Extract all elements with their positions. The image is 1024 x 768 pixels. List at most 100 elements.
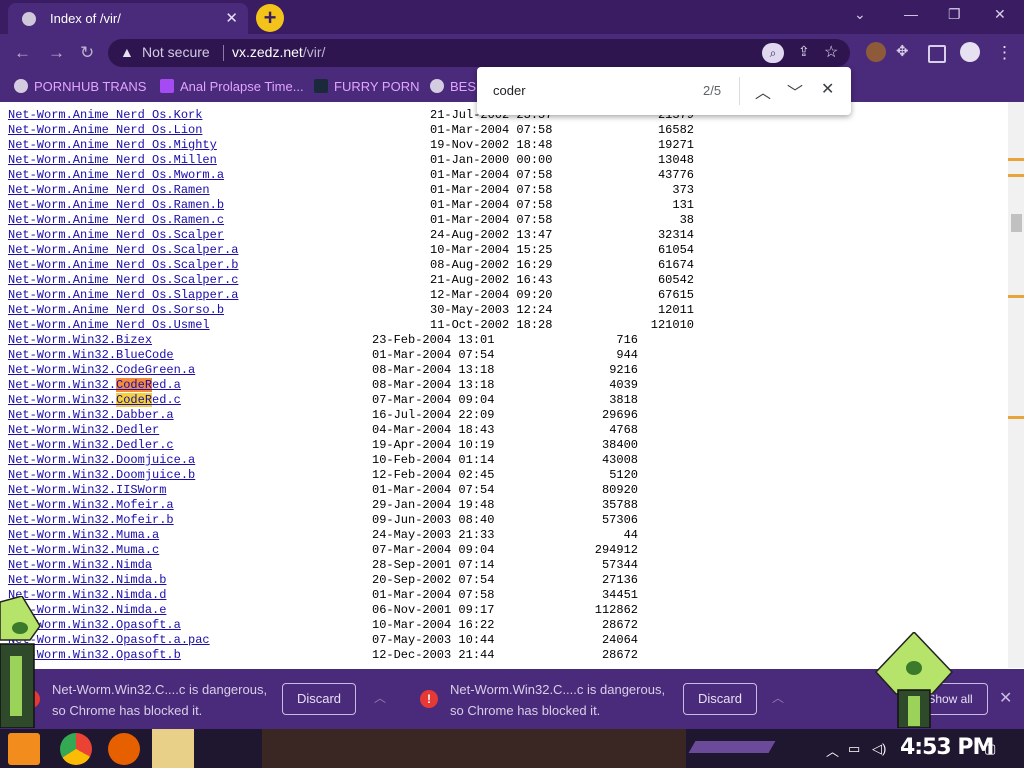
list-item: Net-Worm.Anime Nerd Os.Ramen.b 01-Mar-200… <box>8 198 694 213</box>
file-date: 01-Mar-2004 07:58 <box>372 588 495 602</box>
file-link[interactable]: Net-Worm.Win32.BlueCode <box>8 348 174 362</box>
bookmark-1[interactable]: PORNHUB TRANS <box>14 79 146 94</box>
bookmark-star-icon[interactable]: ☆ <box>824 42 838 62</box>
bookmark-4[interactable]: BES <box>430 79 476 94</box>
file-link[interactable]: Net-Worm.Anime Nerd Os.Lion <box>8 123 202 137</box>
close-tab-icon[interactable]: ✕ <box>225 9 238 27</box>
back-icon[interactable]: ← <box>14 43 31 63</box>
file-link[interactable]: Net-Worm.Anime Nerd Os.Millen <box>8 153 217 167</box>
chevron-down-icon[interactable]: ⌄ <box>854 6 866 23</box>
file-link[interactable]: Net-Worm.Anime Nerd Os.Kork <box>8 108 202 122</box>
file-date: 30-May-2003 12:24 <box>430 303 553 317</box>
download-warning-line: Net-Worm.Win32.C....c is dangerous, <box>52 682 268 697</box>
file-link[interactable]: Net-Worm.Anime Nerd Os.Usmel <box>8 318 210 332</box>
menu-icon[interactable]: ⋮ <box>996 43 1013 63</box>
file-link[interactable]: Net-Worm.Win32.CodeRed.a <box>8 378 181 392</box>
chevron-up-icon[interactable]: ︿ <box>374 689 386 706</box>
file-link[interactable]: Net-Worm.Anime Nerd Os.Scalper.c <box>8 273 238 287</box>
file-link[interactable]: Net-Worm.Win32.Doomjuice.b <box>8 468 195 482</box>
chevron-up-icon[interactable]: ︿ <box>772 689 784 706</box>
find-input[interactable]: coder <box>493 83 526 98</box>
puzzle-icon[interactable]: ✥ <box>896 42 916 62</box>
bookmark-3[interactable]: FURRY PORN <box>314 79 419 94</box>
find-marker <box>1008 416 1024 419</box>
find-next-icon[interactable]: ﹀ <box>787 79 803 103</box>
discard-button[interactable]: Discard <box>683 683 757 715</box>
file-size: 24064 <box>601 633 638 647</box>
file-size: 12011 <box>657 303 694 317</box>
find-match-highlight: CodeR <box>116 393 153 407</box>
find-close-icon[interactable]: ✕ <box>821 79 834 99</box>
new-tab-button[interactable]: + <box>256 4 284 32</box>
chevron-up-icon[interactable]: ︿ <box>826 741 839 760</box>
file-link[interactable]: Net-Worm.Win32.CodeRed.c <box>8 393 181 407</box>
profile-extension-icon[interactable] <box>866 42 886 62</box>
minimize-icon[interactable]: — <box>904 6 918 22</box>
bookmark-2[interactable]: Anal Prolapse Time... <box>160 79 304 94</box>
file-link[interactable]: Net-Worm.Win32.Muma.c <box>8 543 159 557</box>
file-link[interactable]: Net-Worm.Anime Nerd Os.Ramen.c <box>8 213 224 227</box>
side-panel-icon[interactable] <box>928 45 946 63</box>
file-link[interactable]: Net-Worm.Win32.Muma.a <box>8 528 159 542</box>
file-link[interactable]: Net-Worm.Win32.Doomjuice.a <box>8 453 195 467</box>
clock[interactable]: 4:53 PM <box>900 735 994 760</box>
scrollbar[interactable] <box>1008 102 1024 668</box>
find-in-page-icon[interactable]: ⌕ <box>762 43 784 63</box>
avatar[interactable] <box>960 42 980 62</box>
file-link[interactable]: Net-Worm.Win32.Dedler.c <box>8 438 174 452</box>
chrome-icon[interactable] <box>60 733 92 765</box>
find-bar: coder 2/5 ︿ ﹀ ✕ <box>477 67 851 115</box>
file-link[interactable]: Net-Worm.Win32.CodeGreen.a <box>8 363 195 377</box>
file-link[interactable]: Net-Worm.Win32.Nimda <box>8 558 152 572</box>
not-secure-label[interactable]: Not secure <box>142 44 210 60</box>
tab-active[interactable]: Index of /vir/ ✕ <box>8 3 248 34</box>
file-date: 01-Mar-2004 07:58 <box>430 213 553 227</box>
bookmark-label: Anal Prolapse Time... <box>180 79 304 94</box>
bookmark-icon <box>160 79 174 93</box>
file-link[interactable]: Net-Worm.Anime Nerd Os.Scalper.b <box>8 258 238 272</box>
file-link[interactable]: Net-Worm.Anime Nerd Os.Scalper <box>8 228 224 242</box>
network-icon[interactable]: ▭ <box>848 741 860 757</box>
discard-button[interactable]: Discard <box>282 683 356 715</box>
file-size: 16582 <box>657 123 694 137</box>
address-bar[interactable]: ▲ Not secure vx.zedz.net/vir/ ⌕ ⇪ ☆ <box>108 39 850 67</box>
file-date: 07-May-2003 10:44 <box>372 633 495 647</box>
scrollbar-thumb[interactable] <box>1011 214 1022 232</box>
file-link[interactable]: Net-Worm.Anime Nerd Os.Mworm.a <box>8 168 224 182</box>
close-window-icon[interactable]: ✕ <box>994 6 1006 23</box>
restore-icon[interactable]: ❐ <box>948 6 961 23</box>
taskbar-wallpaper <box>262 729 686 768</box>
volume-icon[interactable]: ◁) <box>872 741 886 757</box>
file-date: 19-Apr-2004 10:19 <box>372 438 495 452</box>
list-item: Net-Worm.Anime Nerd Os.Kork 21-Jul-2002 2… <box>8 108 694 123</box>
file-link[interactable]: Net-Worm.Anime Nerd Os.Mighty <box>8 138 217 152</box>
file-size: 19271 <box>657 138 694 152</box>
taskbar: ︿ ▭ ◁) 4:53 PM ▢ <box>0 729 1024 768</box>
url-text[interactable]: vx.zedz.net/vir/ <box>232 44 325 60</box>
character-sticker <box>874 632 954 728</box>
file-size: 13048 <box>657 153 694 167</box>
file-link[interactable]: Net-Worm.Anime Nerd Os.Scalper.a <box>8 243 238 257</box>
list-item: Net-Worm.Win32.CodeRed.a 08-Mar-2004 13:1… <box>8 378 638 393</box>
firefox-icon[interactable] <box>108 733 140 765</box>
file-explorer-icon[interactable] <box>152 729 194 768</box>
file-link[interactable]: Net-Worm.Win32.Dabber.a <box>8 408 174 422</box>
file-link[interactable]: Net-Worm.Win32.Bizex <box>8 333 152 347</box>
notification-icon[interactable]: ▢ <box>984 741 996 757</box>
file-link[interactable]: Net-Worm.Win32.Nimda.b <box>8 573 166 587</box>
find-previous-icon[interactable]: ︿ <box>755 79 771 103</box>
reload-icon[interactable]: ↻ <box>80 43 94 63</box>
file-link[interactable]: Net-Worm.Win32.Dedler <box>8 423 159 437</box>
warning-icon[interactable]: ▲ <box>120 44 134 60</box>
file-link[interactable]: Net-Worm.Win32.Mofeir.a <box>8 498 174 512</box>
close-shelf-icon[interactable]: ✕ <box>999 688 1012 708</box>
file-link[interactable]: Net-Worm.Win32.IISWorm <box>8 483 166 497</box>
file-link[interactable]: Net-Worm.Anime Nerd Os.Slapper.a <box>8 288 238 302</box>
file-link[interactable]: Net-Worm.Anime Nerd Os.Sorso.b <box>8 303 224 317</box>
share-icon[interactable]: ⇪ <box>798 43 810 60</box>
file-link[interactable]: Net-Worm.Win32.Mofeir.b <box>8 513 174 527</box>
start-icon[interactable] <box>8 733 40 765</box>
file-link[interactable]: Net-Worm.Anime Nerd Os.Ramen.b <box>8 198 224 212</box>
file-link[interactable]: Net-Worm.Anime Nerd Os.Ramen <box>8 183 210 197</box>
forward-icon[interactable]: → <box>48 43 65 63</box>
